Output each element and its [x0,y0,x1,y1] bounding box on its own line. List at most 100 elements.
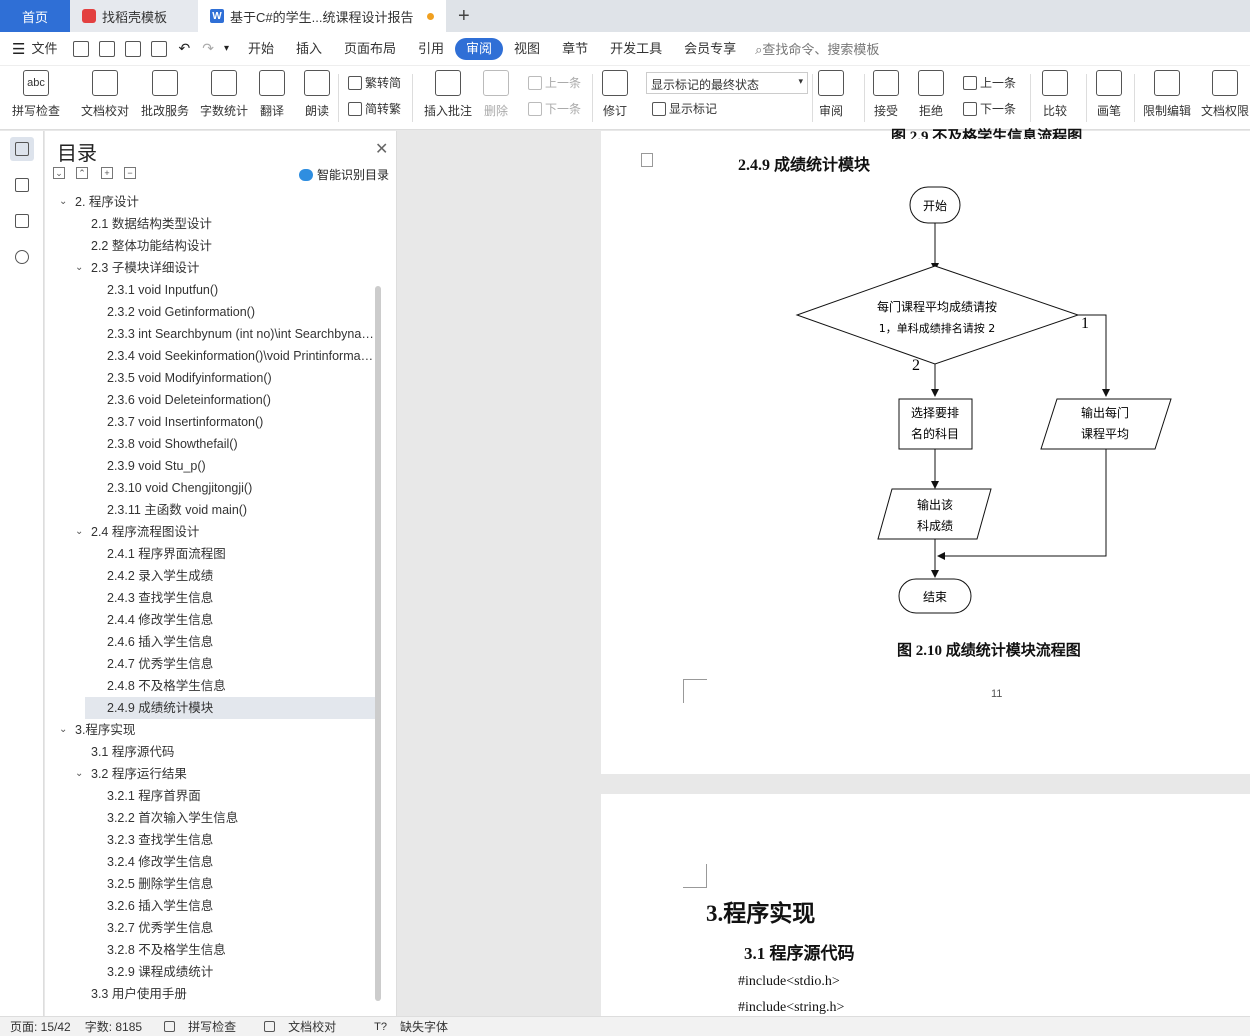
pen-button[interactable]: 画笔 [1096,70,1122,119]
toc-item[interactable]: 3.2.7 优秀学生信息 [45,917,375,939]
toc-panel-button[interactable] [10,137,34,161]
accept-button[interactable]: 接受 [873,70,899,119]
collapse-all-icon[interactable]: ⌄ [53,167,65,179]
chapter-nav-button[interactable] [10,173,34,197]
tab-document[interactable]: W 基于C#的学生...统课程设计报告 [198,0,446,32]
menu-developer[interactable]: 开发工具 [599,38,673,60]
toc-item[interactable]: ⌄ 3.2 程序运行结果 [45,763,375,785]
toc-item[interactable]: 3.2.9 课程成绩统计 [45,961,375,983]
remove-heading-icon[interactable]: − [124,167,136,179]
hamburger-icon[interactable]: ☰ [12,40,25,58]
revise-button[interactable]: 修订 [602,70,628,119]
delete-comment-button[interactable]: 删除 [483,70,509,119]
toc-item[interactable]: 2.3.4 void Seekinformation()\void Printi… [45,345,375,367]
simp-to-trad-button[interactable]: 简转繁 [348,100,401,117]
page-options-icon[interactable] [641,153,653,167]
new-tab-button[interactable]: + [446,0,482,32]
bookmark-button[interactable] [10,209,34,233]
chevron-down-icon[interactable]: ⌄ [75,521,83,543]
print-preview-icon[interactable] [151,40,168,57]
toc-item[interactable]: 2.3.7 void Insertinformaton() [45,411,375,433]
undo-icon[interactable]: ↶ [178,40,190,57]
toc-item[interactable]: 2.1 数据结构类型设计 [45,213,375,235]
restrict-edit-button[interactable]: 限制编辑 [1143,70,1191,119]
toc-item[interactable]: 3.2.5 删除学生信息 [45,873,375,895]
menu-section[interactable]: 章节 [551,38,599,60]
toc-item[interactable]: 2.3.11 主函数 void main() [45,499,375,521]
status-proofread[interactable]: 文档校对 [254,1018,336,1035]
next-change-button[interactable]: 下一条 [963,100,1016,117]
chevron-down-icon[interactable]: ⌄ [75,763,83,785]
toc-item[interactable]: 3.1 程序源代码 [45,741,375,763]
tab-home[interactable]: 首页 [0,0,70,32]
trad-to-simp-button[interactable]: 繁转简 [348,74,401,91]
chevron-down-icon[interactable]: ⌄ [75,257,83,279]
toc-item[interactable]: ⌄ 3.程序实现 [45,719,375,741]
menu-page-layout[interactable]: 页面布局 [333,38,407,60]
toc-item[interactable]: 3.2.8 不及格学生信息 [45,939,375,961]
toc-item[interactable]: 3.3 用户使用手册 [45,983,375,1005]
show-markup-button[interactable]: 显示标记 [652,100,717,117]
word-count-indicator[interactable]: 字数: 8185 [85,1018,142,1035]
toc-item[interactable]: ⌄ 2. 程序设计 [45,191,375,213]
toc-item[interactable]: 3.2.6 插入学生信息 [45,895,375,917]
menu-file[interactable]: 文件 [29,38,68,60]
proofread-button[interactable]: 文档校对 [81,70,129,119]
toc-item[interactable]: 2.3.2 void Getinformation() [45,301,375,323]
compare-button[interactable]: 比较 [1042,70,1068,119]
menu-home[interactable]: 开始 [237,38,285,60]
smart-toc-button[interactable]: 智能识别目录 [299,166,389,183]
markup-state-select[interactable]: 显示标记的最终状态 ▾ [646,72,808,94]
menu-insert[interactable]: 插入 [285,38,333,60]
toc-item[interactable]: 2.4.2 录入学生成绩 [45,565,375,587]
export-pdf-icon[interactable] [99,40,116,57]
toc-item[interactable]: 2.3.1 void Inputfun() [45,279,375,301]
toc-item[interactable]: 2.2 整体功能结构设计 [45,235,375,257]
save-icon[interactable] [73,40,90,57]
toc-item[interactable]: 2.3.5 void Modifyinformation() [45,367,375,389]
toc-item[interactable]: 2.3.3 int Searchbynum (int no)\int Searc… [45,323,375,345]
prev-comment-button[interactable]: 上一条 [528,74,581,91]
spellcheck-button[interactable]: abc 拼写检查 [12,70,60,119]
menu-review[interactable]: 审阅 [455,37,504,60]
next-comment-button[interactable]: 下一条 [528,100,581,117]
toc-item[interactable]: 2.3.9 void Stu_p() [45,455,375,477]
status-missing-font[interactable]: T? 缺失字体 [364,1018,448,1035]
close-icon[interactable]: ✕ [375,139,388,159]
toc-item[interactable]: 2.4.4 修改学生信息 [45,609,375,631]
reject-button[interactable]: 拒绝 [918,70,944,119]
chevron-down-icon[interactable]: ⌄ [59,191,67,213]
batch-service-button[interactable]: 批改服务 [141,70,189,119]
read-aloud-button[interactable]: 朗读 [304,70,330,119]
translate-button[interactable]: 翻译 [259,70,285,119]
toc-item[interactable]: ⌄ 2.4 程序流程图设计 [45,521,375,543]
command-search[interactable]: ⌕查找命令、搜索模板 [755,39,879,58]
toc-item[interactable]: 2.4.6 插入学生信息 [45,631,375,653]
toc-item[interactable]: 2.4.7 优秀学生信息 [45,653,375,675]
print-icon[interactable] [125,40,142,57]
redo-icon[interactable]: ↷ [202,40,214,57]
toc-item[interactable]: 2.4.3 查找学生信息 [45,587,375,609]
find-button[interactable] [10,245,34,269]
toc-item[interactable]: 2.4.8 不及格学生信息 [45,675,375,697]
toc-item[interactable]: 2.3.6 void Deleteinformation() [45,389,375,411]
page-indicator[interactable]: 页面: 15/42 [10,1018,71,1035]
toc-item[interactable]: 3.2.2 首次输入学生信息 [45,807,375,829]
add-heading-icon[interactable]: + [101,167,113,179]
doc-permission-button[interactable]: 文档权限 [1201,70,1249,119]
quick-access-dropdown-icon[interactable]: ▾ [224,43,229,54]
expand-all-icon[interactable]: ⌃ [76,167,88,179]
toc-item[interactable]: ⌄ 2.3 子模块详细设计 [45,257,375,279]
toc-scrollbar[interactable] [375,286,381,1001]
chevron-down-icon[interactable]: ⌄ [59,719,67,741]
toc-item[interactable]: 3.2.3 查找学生信息 [45,829,375,851]
toc-item[interactable]: 2.4.9 成绩统计模块 [85,697,375,719]
toc-item[interactable]: 2.3.8 void Showthefail() [45,433,375,455]
review-pane-button[interactable]: 审阅 [818,70,844,119]
prev-change-button[interactable]: 上一条 [963,74,1016,91]
status-spellcheck[interactable]: 拼写检查 [154,1018,236,1035]
insert-comment-button[interactable]: 插入批注 [424,70,472,119]
menu-view[interactable]: 视图 [503,38,551,60]
tab-template[interactable]: 找稻壳模板 [70,0,198,32]
toc-item[interactable]: 3.2.1 程序首界面 [45,785,375,807]
